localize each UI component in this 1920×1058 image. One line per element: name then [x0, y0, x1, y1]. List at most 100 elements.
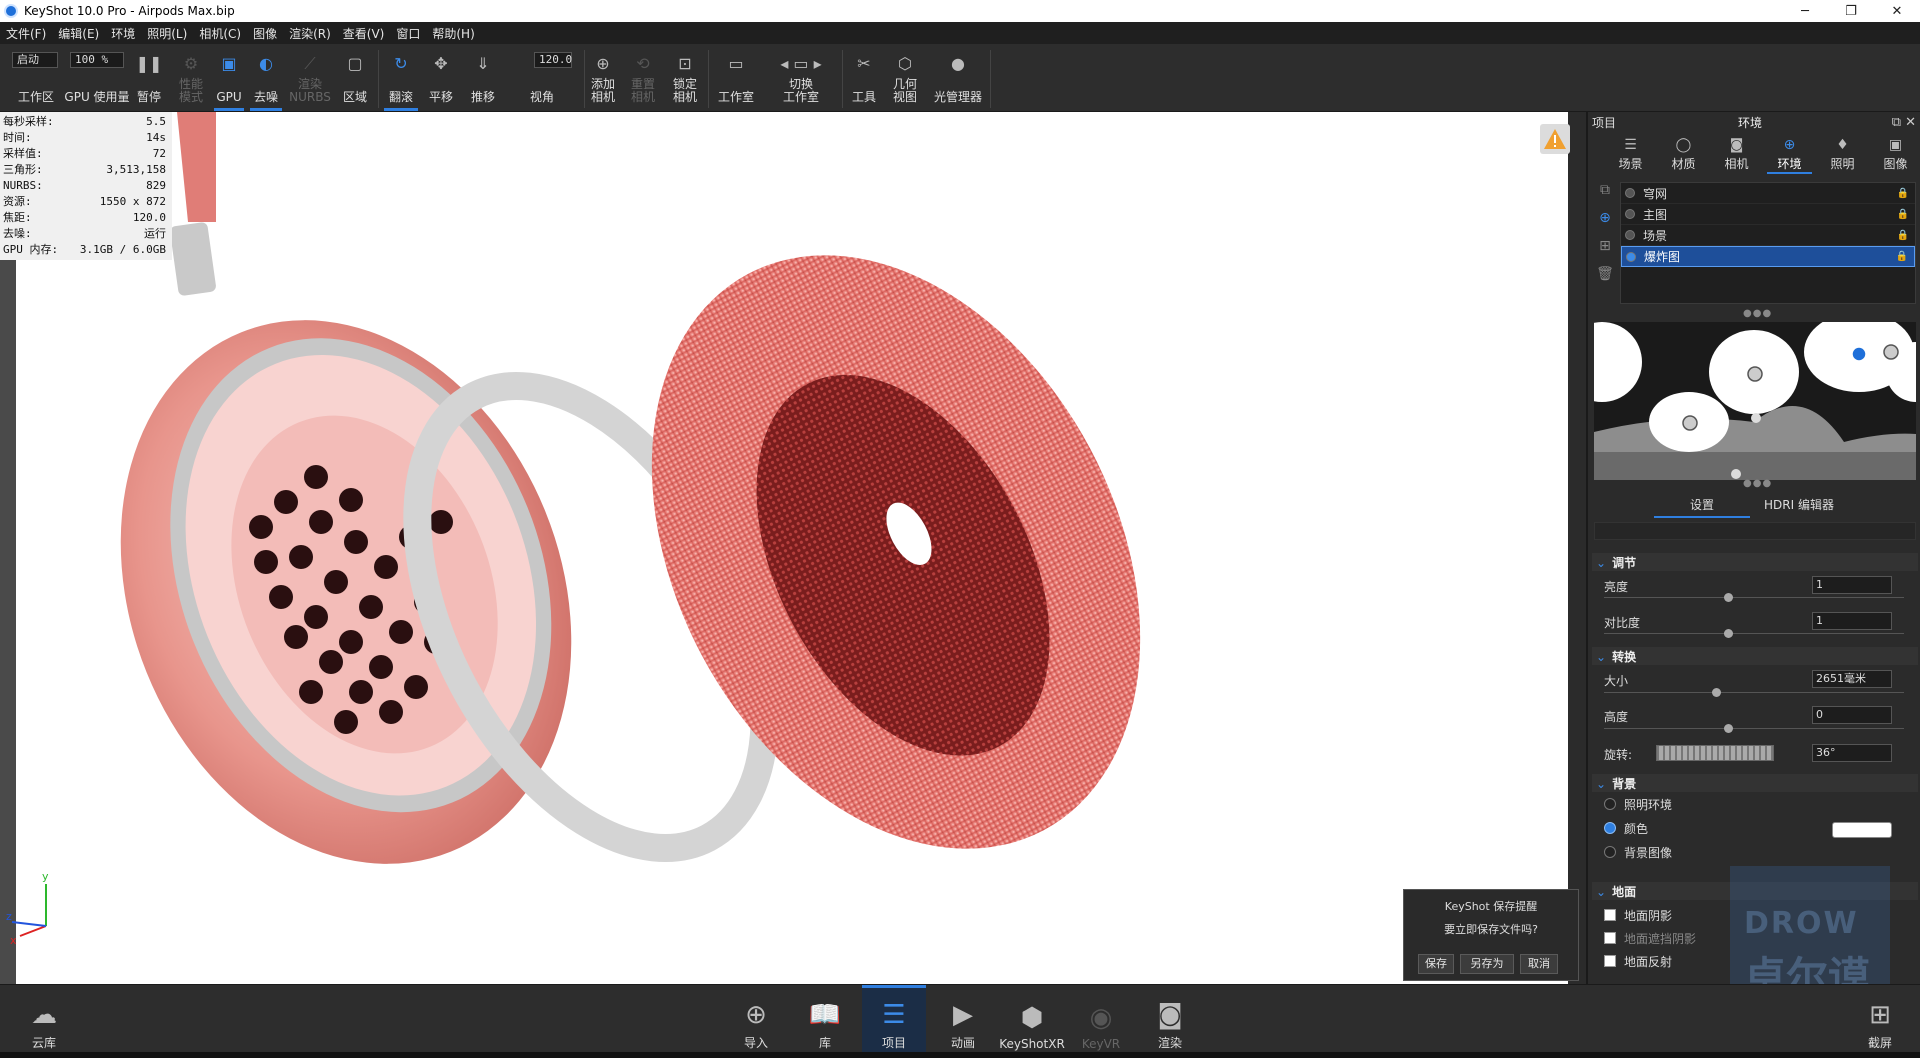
- section-ground[interactable]: 地面: [1596, 883, 1636, 900]
- save-reminder-dialog: KeyShot 保存提醒 要立即保存文件吗? 保存 另存为 取消: [1403, 889, 1579, 981]
- close-button[interactable]: ✕: [1874, 0, 1920, 22]
- menu-render[interactable]: 渲染(R): [289, 25, 331, 42]
- axis-x-label: x: [10, 934, 17, 946]
- gpu-toggle-button[interactable]: ▣ GPU: [214, 48, 244, 111]
- menu-lighting[interactable]: 照明(L): [147, 25, 187, 42]
- cancel-button[interactable]: 取消: [1520, 954, 1558, 974]
- tumble-button[interactable]: ↻ 翻滚: [384, 48, 418, 111]
- tools-button[interactable]: ✂ 工具: [850, 48, 878, 108]
- contrast-slider[interactable]: [1604, 629, 1904, 638]
- menu-environment[interactable]: 环境: [111, 25, 135, 42]
- copy-environment-icon[interactable]: ⊞: [1596, 238, 1614, 266]
- lock-icon[interactable]: 🔒: [1897, 209, 1909, 220]
- studio-button[interactable]: ▭ 工作室: [716, 48, 756, 108]
- tab-scene[interactable]: ☰ 场景: [1604, 134, 1657, 174]
- lock-icon[interactable]: 🔒: [1897, 188, 1909, 199]
- dolly-button[interactable]: ⇓ 推移: [468, 48, 498, 108]
- height-slider[interactable]: [1604, 724, 1904, 733]
- render-button[interactable]: ◙ 渲染: [1138, 985, 1202, 1053]
- switch-studio-button[interactable]: ◂ ▭ ▸ 切换 工作室: [776, 48, 826, 108]
- list-item[interactable]: 爆炸图 🔒: [1621, 246, 1915, 267]
- workspace-button[interactable]: 工作区: [14, 48, 58, 108]
- menu-file[interactable]: 文件(F): [6, 25, 46, 42]
- pause-button[interactable]: ❚❚ 暂停: [134, 48, 164, 108]
- height-field[interactable]: 0: [1812, 706, 1892, 724]
- save-as-button[interactable]: 另存为: [1460, 954, 1514, 974]
- brightness-slider[interactable]: [1604, 593, 1904, 602]
- ground-shadow-checkbox[interactable]: [1604, 909, 1616, 921]
- gpu-usage-button[interactable]: GPU 使用量: [64, 48, 130, 108]
- brightness-field[interactable]: 1: [1812, 576, 1892, 594]
- lock-icon[interactable]: 🔒: [1896, 251, 1908, 262]
- keyvr-button[interactable]: ◉ KeyVR: [1069, 985, 1133, 1053]
- size-slider[interactable]: [1604, 688, 1904, 697]
- menu-view[interactable]: 查看(V): [343, 25, 385, 42]
- delete-environment-icon[interactable]: 🗑: [1596, 266, 1614, 294]
- slider-knob[interactable]: [1712, 688, 1721, 697]
- pan-button[interactable]: ✥ 平移: [426, 48, 456, 108]
- render-nurbs-button[interactable]: ⟋ 渲染 NURBS: [289, 48, 331, 108]
- list-item[interactable]: 主图 🔒: [1621, 204, 1915, 225]
- hdri-preview[interactable]: [1594, 322, 1916, 480]
- import-button[interactable]: ⊕ 导入: [724, 985, 788, 1053]
- tab-environment[interactable]: ⊕ 环境: [1763, 134, 1816, 174]
- reset-camera-button[interactable]: ⟲ 重置 相机: [628, 48, 658, 108]
- ground-reflection-checkbox[interactable]: [1604, 955, 1616, 967]
- keyshotxr-button[interactable]: ⬢ KeyShotXR: [999, 985, 1065, 1053]
- slider-knob[interactable]: [1724, 593, 1733, 602]
- list-item[interactable]: 场景 🔒: [1621, 225, 1915, 246]
- background-image-radio[interactable]: [1604, 846, 1616, 858]
- fov-button[interactable]: 视角: [514, 48, 570, 108]
- menu-help[interactable]: 帮助(H): [432, 25, 474, 42]
- warning-button[interactable]: [1540, 124, 1570, 154]
- ground-occlusion-label: 地面遮挡阴影: [1624, 932, 1697, 946]
- geometry-view-button[interactable]: ⬡ 几何 视图: [890, 48, 920, 108]
- background-lighting-radio[interactable]: [1604, 798, 1616, 810]
- library-button[interactable]: 📖 库: [793, 985, 857, 1053]
- slider-knob[interactable]: [1724, 724, 1733, 733]
- contrast-field[interactable]: 1: [1812, 612, 1892, 630]
- menu-edit[interactable]: 编辑(E): [58, 25, 99, 42]
- animation-button[interactable]: ▶ 动画: [931, 985, 995, 1053]
- environment-path-bar[interactable]: [1594, 522, 1916, 540]
- rotation-dial[interactable]: [1656, 745, 1774, 761]
- project-button[interactable]: ☰ 项目: [862, 985, 926, 1053]
- section-background[interactable]: 背景: [1596, 775, 1636, 792]
- maximize-button[interactable]: ❐: [1828, 0, 1874, 22]
- performance-mode-button[interactable]: ⚙ 性能 模式: [174, 48, 208, 108]
- rotation-field[interactable]: 36°: [1812, 744, 1892, 762]
- tab-image[interactable]: ▣ 图像: [1869, 134, 1920, 174]
- tab-hdri-editor[interactable]: HDRI 编辑器: [1764, 496, 1834, 513]
- save-button[interactable]: 保存: [1418, 954, 1454, 974]
- light-manager-button[interactable]: ● 光管理器: [932, 48, 984, 108]
- add-camera-button[interactable]: ⊕ 添加 相机: [588, 48, 618, 108]
- cloud-library-button[interactable]: ☁ 云库: [12, 985, 76, 1053]
- duplicate-environment-icon[interactable]: ⧉: [1596, 182, 1614, 210]
- add-environment-icon[interactable]: ⊕: [1596, 210, 1614, 238]
- lock-camera-button[interactable]: ⊡ 锁定 相机: [670, 48, 700, 108]
- size-field[interactable]: 2651毫米: [1812, 670, 1892, 688]
- menu-camera[interactable]: 相机(C): [199, 25, 241, 42]
- tab-material[interactable]: ◯ 材质: [1657, 134, 1710, 174]
- tab-camera[interactable]: ◙ 相机: [1710, 134, 1763, 174]
- background-color-swatch[interactable]: [1832, 822, 1892, 838]
- minimize-button[interactable]: ─: [1782, 0, 1828, 22]
- background-color-radio[interactable]: [1604, 822, 1616, 834]
- slider-knob[interactable]: [1724, 629, 1733, 638]
- section-adjust[interactable]: 调节: [1596, 554, 1636, 571]
- section-transform[interactable]: 转换: [1596, 648, 1636, 665]
- menu-image[interactable]: 图像: [253, 25, 277, 42]
- render-viewport[interactable]: [16, 112, 1568, 984]
- panel-close-icon[interactable]: ⧉ ✕: [1892, 115, 1916, 130]
- menu-window[interactable]: 窗口: [396, 25, 420, 42]
- list-item[interactable]: 穹网 🔒: [1621, 183, 1915, 204]
- denoise-button[interactable]: ◐ 去噪: [250, 48, 282, 111]
- screenshot-button[interactable]: ⊞ 截屏: [1848, 985, 1912, 1053]
- ground-occlusion-checkbox[interactable]: [1604, 932, 1616, 944]
- tab-settings[interactable]: 设置: [1653, 496, 1751, 518]
- region-button[interactable]: ▢ 区域: [340, 48, 370, 108]
- lock-icon[interactable]: 🔒: [1897, 230, 1909, 241]
- tab-lighting[interactable]: ♦ 照明: [1816, 134, 1869, 174]
- resize-grip[interactable]: ●●●: [1743, 308, 1772, 319]
- resize-grip[interactable]: ●●●: [1743, 478, 1772, 489]
